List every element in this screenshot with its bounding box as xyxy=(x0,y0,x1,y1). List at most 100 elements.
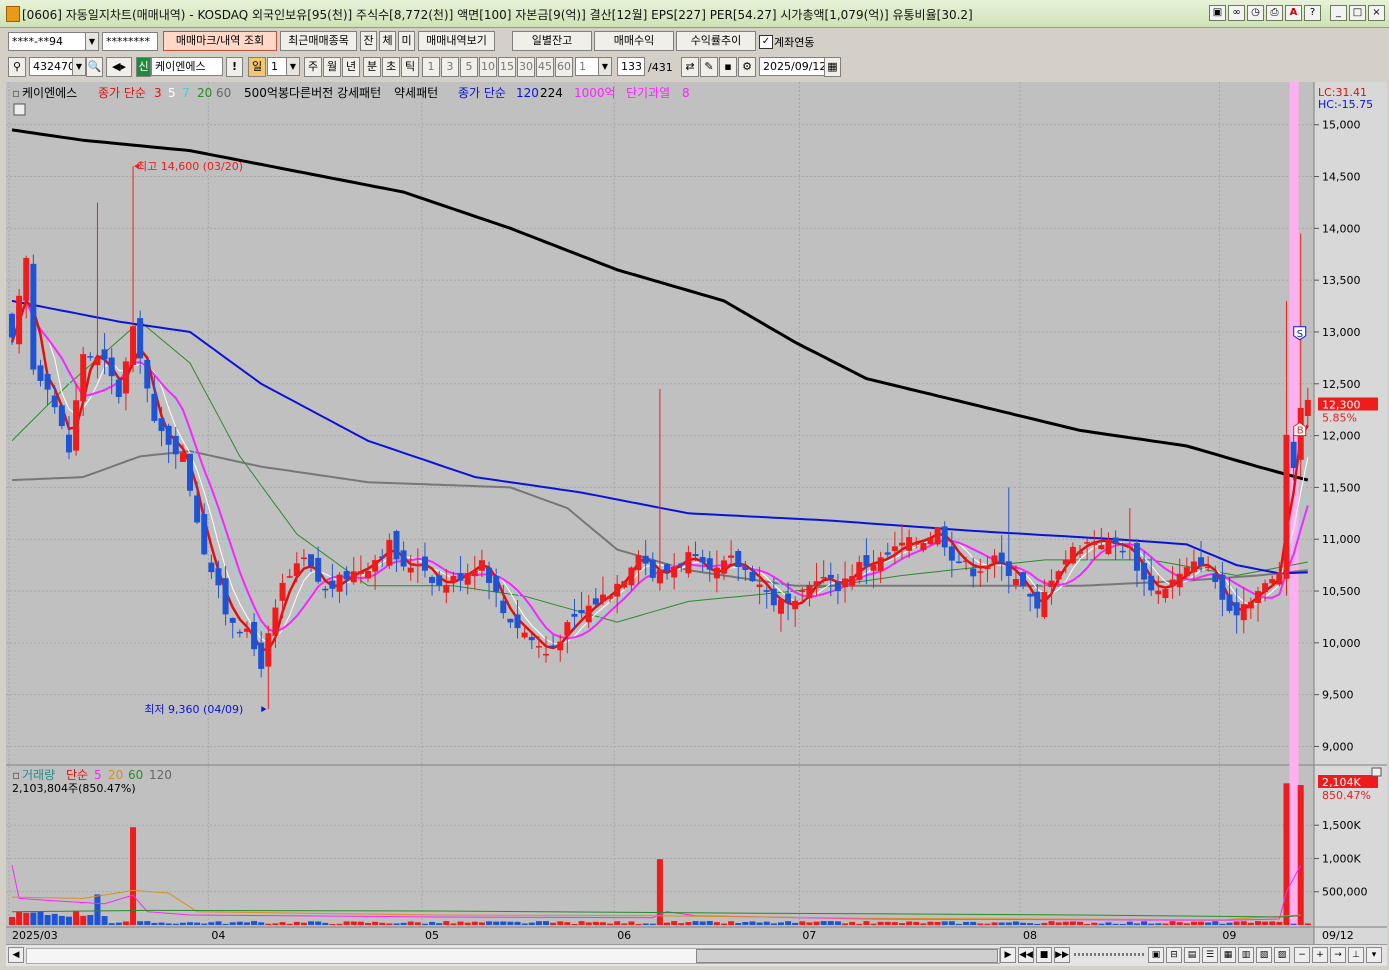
settings-icon[interactable]: ⚙ xyxy=(738,57,756,77)
period-count-dropdown[interactable]: ▼ xyxy=(286,57,300,76)
save-icon[interactable]: ▪ xyxy=(719,57,737,77)
interval-10-button[interactable]: 10 xyxy=(479,57,497,77)
account-dropdown[interactable]: ▼ xyxy=(85,32,99,51)
period-year-button[interactable]: 년 xyxy=(342,57,360,77)
period-month-button[interactable]: 월 xyxy=(323,57,341,77)
print-icon[interactable]: ⎙ xyxy=(1266,5,1283,21)
magnifier-icon[interactable]: 🔍 xyxy=(86,57,103,77)
candle-body xyxy=(365,570,371,579)
period-week-button[interactable]: 주 xyxy=(304,57,322,77)
fast-forward-icon[interactable]: ▶▶ xyxy=(1054,947,1070,963)
trade-mark-button[interactable]: 매매마크/내역 조회 xyxy=(163,31,277,51)
stop-icon[interactable]: ■ xyxy=(1036,947,1052,963)
stock-code-field[interactable]: 432470 xyxy=(29,57,73,76)
alert-mark-icon[interactable]: ! xyxy=(226,57,243,77)
close-button[interactable]: × xyxy=(1368,5,1385,21)
candle-body xyxy=(785,593,792,603)
candle-count-field[interactable]: 133 xyxy=(617,57,645,76)
interval-dropdown[interactable]: ▼ xyxy=(598,57,612,76)
volume-bar xyxy=(998,922,1005,925)
period-day-button[interactable]: 일 xyxy=(248,57,266,77)
refresh-icon[interactable]: ⇄ xyxy=(681,57,699,77)
candle-body xyxy=(685,552,692,574)
grid-toggle-icon[interactable] xyxy=(13,103,26,116)
trade-history-button[interactable]: 매매내역보기 xyxy=(418,31,495,51)
volume-bar xyxy=(671,921,678,925)
trade-profit-button[interactable]: 매매수익 xyxy=(594,31,674,51)
stock-code-dropdown[interactable]: ▼ xyxy=(72,57,86,76)
account-field[interactable]: ****-**94 xyxy=(8,32,86,51)
window-layout-icon[interactable]: ▣ xyxy=(1209,5,1226,21)
scroll-right-icon[interactable]: ▶ xyxy=(1000,947,1016,963)
price-volume-chart[interactable]: 9,000 9,500 10,000 10,500 11,000 11,500 12,000… xyxy=(6,82,1387,944)
executed-button[interactable]: 체 xyxy=(379,31,396,51)
return-trend-button[interactable]: 수익률추이 xyxy=(676,31,756,51)
speaker-icon[interactable]: ◀▸ xyxy=(106,57,132,77)
period-second-button[interactable]: 초 xyxy=(382,57,400,77)
daily-balance-button[interactable]: 일별잔고 xyxy=(512,31,592,51)
candle-body xyxy=(927,537,934,545)
volume-panel-close-icon[interactable] xyxy=(1371,767,1382,777)
candle-body xyxy=(585,605,592,623)
alert-icon[interactable]: A xyxy=(1285,5,1302,21)
help-icon[interactable]: ? xyxy=(1304,5,1321,21)
volume-tick-label: 1,500K xyxy=(1322,819,1361,832)
interval-45-button[interactable]: 45 xyxy=(536,57,554,77)
chart-area[interactable]: 9,000 9,500 10,000 10,500 11,000 11,500 12,000… xyxy=(6,82,1387,944)
volume-bar xyxy=(955,923,962,925)
maximize-button[interactable]: □ xyxy=(1349,5,1366,21)
arrow-right-icon[interactable]: → xyxy=(1330,947,1346,963)
stock-name-field[interactable]: 케이엔에스 xyxy=(151,57,223,76)
balance-button[interactable]: 잔 xyxy=(360,31,377,51)
password-field[interactable]: ******** xyxy=(102,32,158,51)
candle-body xyxy=(970,568,977,577)
volume-bar xyxy=(607,923,614,925)
layout-icon[interactable]: ▣ xyxy=(1148,947,1164,963)
volume-legend-ma120: 120 xyxy=(149,768,172,782)
stock-search-icon[interactable]: ⚲ xyxy=(8,57,26,77)
period-count-field[interactable]: 1 xyxy=(267,57,287,76)
zoom-out-icon[interactable]: − xyxy=(1294,947,1310,963)
candle-body xyxy=(9,313,15,338)
period-tick-button[interactable]: 틱 xyxy=(401,57,419,77)
account-link-checkbox[interactable]: ✓ xyxy=(759,35,773,49)
interval-30-button[interactable]: 30 xyxy=(517,57,535,77)
tools-icon[interactable]: ✎ xyxy=(700,57,718,77)
interval-15-button[interactable]: 15 xyxy=(498,57,516,77)
period-minute-button[interactable]: 분 xyxy=(363,57,381,77)
candle-body xyxy=(222,578,229,615)
clock-icon[interactable]: ◷ xyxy=(1247,5,1264,21)
chart-type-icon[interactable]: ▨ xyxy=(1274,947,1290,963)
calendar-icon[interactable]: ▦ xyxy=(824,57,841,77)
reset-icon[interactable]: ⊥ xyxy=(1348,947,1364,963)
zoom-in-icon[interactable]: + xyxy=(1312,947,1328,963)
legend-ma120-label: 종가 단순 xyxy=(458,86,506,100)
volume-bar xyxy=(300,922,307,925)
unexecuted-button[interactable]: 미 xyxy=(398,31,415,51)
scroll-thumb[interactable] xyxy=(696,949,998,963)
interval-60-button[interactable]: 60 xyxy=(555,57,573,77)
panel-icon[interactable]: ▧ xyxy=(1256,947,1272,963)
candle-body xyxy=(756,584,763,587)
interval-value-field[interactable]: 1 xyxy=(575,57,599,76)
grid-icon[interactable]: ▦ xyxy=(1220,947,1236,963)
volume-bar xyxy=(763,921,770,925)
minimize-button[interactable]: _ xyxy=(1330,5,1347,21)
more-icon[interactable]: ▾ xyxy=(1366,947,1382,963)
volume-bar xyxy=(1105,922,1112,925)
split-icon[interactable]: ⊟ xyxy=(1166,947,1182,963)
tile-icon[interactable]: ▥ xyxy=(1238,947,1254,963)
candle-body xyxy=(1240,604,1247,621)
recent-trades-button[interactable]: 최근매매종목 xyxy=(280,31,357,51)
rewind-icon[interactable]: ◀◀ xyxy=(1018,947,1034,963)
interval-3-button[interactable]: 3 xyxy=(441,57,459,77)
scroll-left-icon[interactable]: ◀ xyxy=(8,947,24,963)
date-field[interactable]: 2025/09/12 xyxy=(759,57,825,76)
link-icon[interactable]: ∞ xyxy=(1228,5,1245,21)
list-icon[interactable]: ☰ xyxy=(1202,947,1218,963)
interval-1-button[interactable]: 1 xyxy=(422,57,440,77)
window-icon[interactable]: ▤ xyxy=(1184,947,1200,963)
chart-scrollbar[interactable]: ◀ ▶ ◀◀ ■ ▶▶ ▣ ⊟ ▤ ☰ ▦ ▥ ▧ ▨ − + → ⊥ ▾ xyxy=(6,944,1387,966)
volume-bar xyxy=(1247,922,1254,925)
interval-5-button[interactable]: 5 xyxy=(460,57,478,77)
